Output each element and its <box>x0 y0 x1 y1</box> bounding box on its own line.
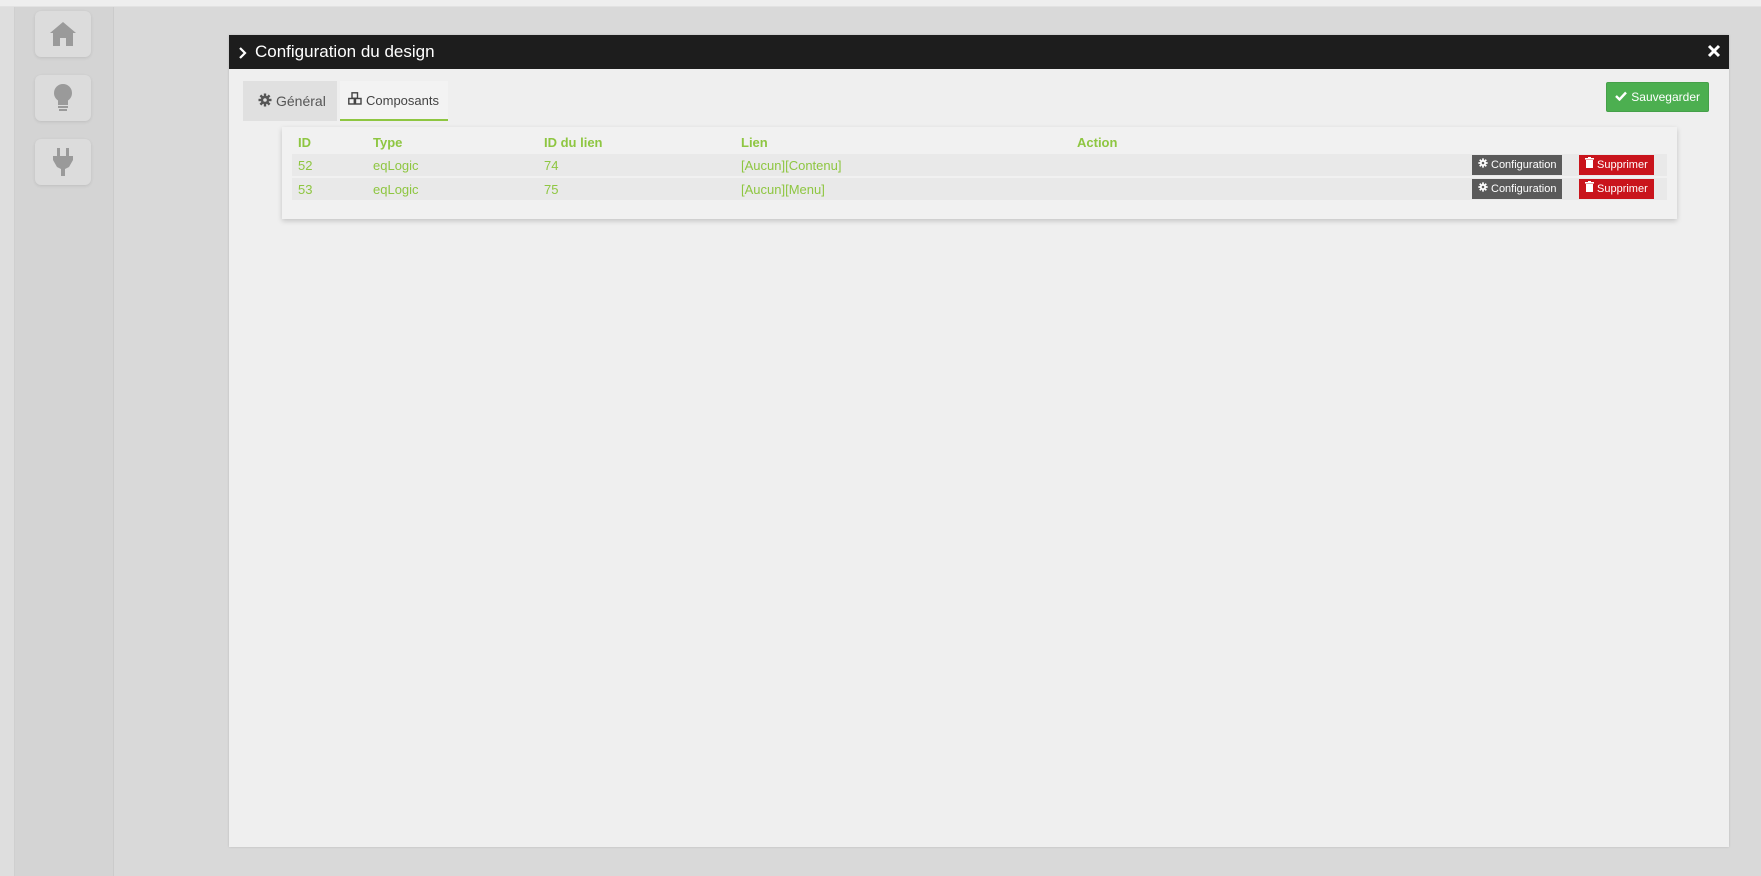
table-row: 52 eqLogic 74 [Aucun][Contenu] Configura… <box>292 154 1667 176</box>
left-edge <box>0 7 15 876</box>
gear-icon <box>258 93 276 110</box>
modal-title: Configuration du design <box>255 42 435 61</box>
gear-icon <box>1478 179 1491 199</box>
chevron-right-icon <box>239 46 247 64</box>
cubes-icon <box>348 92 366 108</box>
delete-button[interactable]: Supprimer <box>1579 155 1654 175</box>
tab-general-label: Général <box>276 93 326 109</box>
top-bar <box>0 0 1761 7</box>
configuration-button-label: Configuration <box>1491 183 1557 195</box>
tab-components-label: Composants <box>366 92 439 108</box>
delete-button-label: Supprimer <box>1597 183 1648 195</box>
cell-link: [Aucun][Contenu] <box>741 158 842 173</box>
configuration-button-label: Configuration <box>1491 159 1557 171</box>
header-link-id: ID du lien <box>544 135 603 150</box>
cell-id: 52 <box>298 158 313 173</box>
table-header: ID Type ID du lien Lien Action <box>292 127 1667 155</box>
delete-button-label: Supprimer <box>1597 159 1648 171</box>
tab-components[interactable]: Composants <box>340 81 448 121</box>
sidebar-home-button[interactable] <box>35 11 91 57</box>
close-icon[interactable] <box>1707 44 1721 63</box>
save-button-label: Sauvegarder <box>1631 90 1700 104</box>
save-button[interactable]: Sauvegarder <box>1606 82 1709 112</box>
configuration-button[interactable]: Configuration <box>1472 179 1563 199</box>
cell-type: eqLogic <box>373 158 419 173</box>
trash-icon <box>1585 155 1597 175</box>
trash-icon <box>1585 179 1597 199</box>
sidebar <box>15 7 114 876</box>
design-config-modal: Configuration du design Général Composan… <box>229 35 1729 847</box>
header-link: Lien <box>741 135 768 150</box>
cell-id: 53 <box>298 182 313 197</box>
cell-link: [Aucun][Menu] <box>741 182 825 197</box>
delete-button[interactable]: Supprimer <box>1579 179 1654 199</box>
modal-header: Configuration du design <box>229 35 1729 69</box>
lightbulb-icon <box>52 83 74 113</box>
check-icon <box>1615 90 1631 104</box>
cell-link-id: 75 <box>544 182 559 197</box>
cell-type: eqLogic <box>373 182 419 197</box>
sidebar-plug-button[interactable] <box>35 139 91 185</box>
sidebar-lightbulb-button[interactable] <box>35 75 91 121</box>
configuration-button[interactable]: Configuration <box>1472 155 1563 175</box>
components-table: ID Type ID du lien Lien Action 52 eqLogi… <box>282 127 1677 219</box>
header-id: ID <box>298 135 311 150</box>
tab-general[interactable]: Général <box>243 81 337 121</box>
home-icon <box>48 20 78 48</box>
plug-icon <box>51 147 75 177</box>
cell-link-id: 74 <box>544 158 559 173</box>
table-row: 53 eqLogic 75 [Aucun][Menu] Configuratio… <box>292 178 1667 200</box>
gear-icon <box>1478 155 1491 175</box>
header-action: Action <box>1077 135 1118 150</box>
header-type: Type <box>373 135 403 150</box>
